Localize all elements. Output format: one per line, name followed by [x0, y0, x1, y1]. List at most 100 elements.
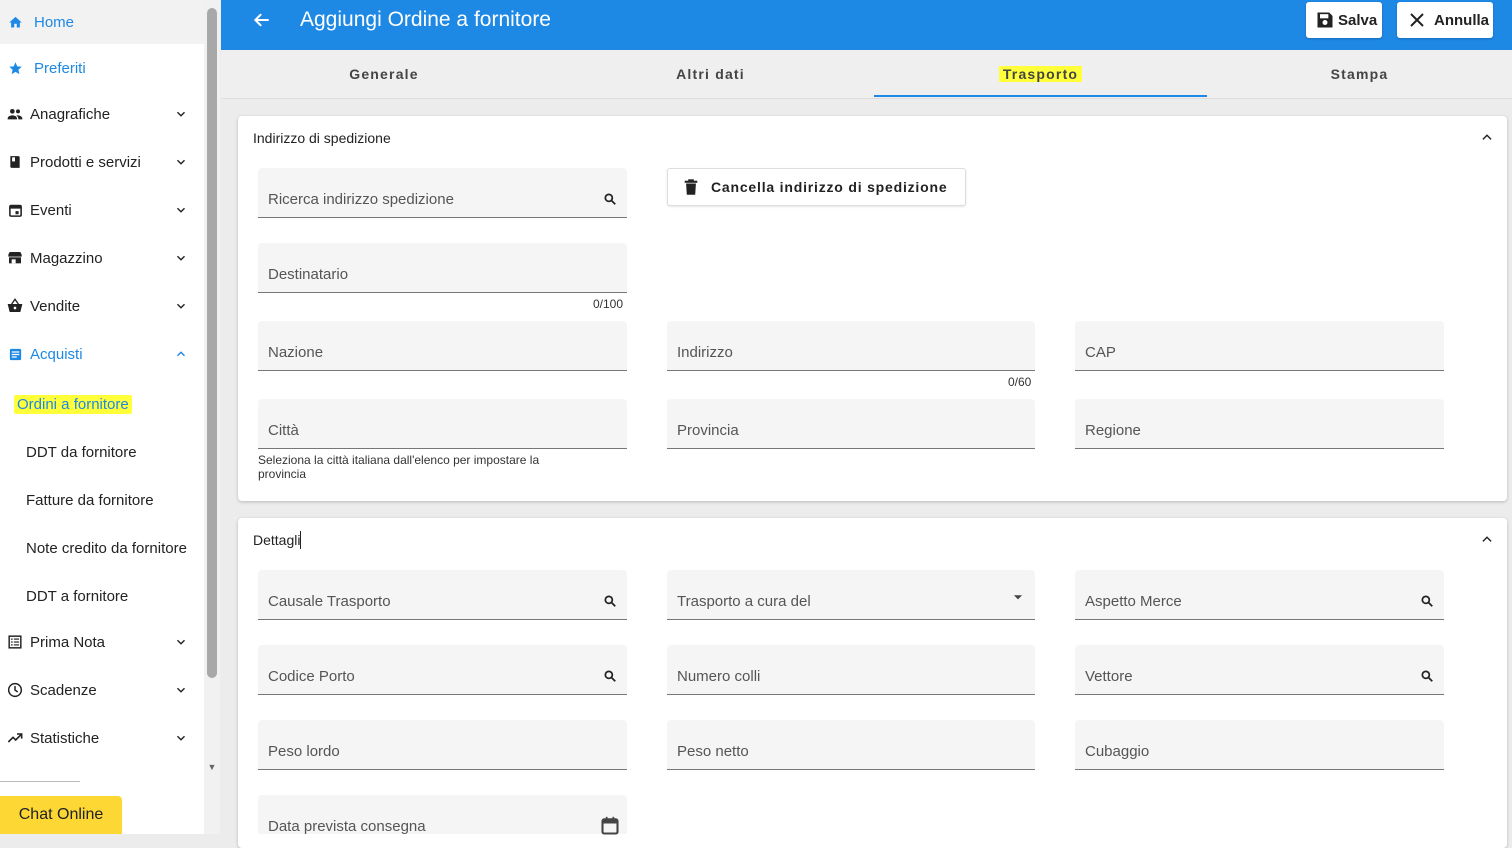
scroll-down-icon[interactable]: ▼	[206, 762, 218, 772]
arrow-back-icon[interactable]	[252, 10, 272, 30]
save-icon	[1317, 12, 1333, 28]
field-label: Numero colli	[677, 668, 761, 685]
chevron-down-icon	[177, 207, 185, 213]
sidebar-item-label: Preferiti	[34, 59, 86, 77]
sidebar-item-label: Prodotti e servizi	[30, 153, 141, 171]
sidebar-item-prima-nota[interactable]: Prima Nota	[0, 620, 204, 664]
tab-label: Generale	[349, 66, 419, 82]
trending-up-icon	[7, 730, 23, 746]
sidebar-subitem-ordini-fornitore[interactable]: Ordini a fornitore	[0, 382, 204, 426]
net-weight-field[interactable]: Peso netto	[667, 720, 1035, 770]
sidebar-subitem-ddt-da-fornitore[interactable]: DDT da fornitore	[0, 430, 204, 474]
clock-icon	[7, 682, 23, 698]
sidebar-item-prodotti[interactable]: Prodotti e servizi	[0, 140, 204, 184]
city-hint: Seleziona la città italiana dall'elenco …	[258, 453, 540, 481]
chevron-up-icon	[177, 351, 185, 357]
carrier-field[interactable]: Vettore	[1075, 645, 1444, 695]
field-label: Città	[268, 422, 299, 439]
tab-stampa[interactable]: Stampa	[1207, 50, 1512, 98]
field-label: Cubaggio	[1085, 743, 1150, 760]
chevron-down-icon	[177, 735, 185, 741]
dropdown-arrow-icon[interactable]	[1011, 590, 1025, 604]
sidebar-item-label: Anagrafiche	[30, 105, 111, 123]
chevron-up-icon[interactable]	[1480, 532, 1494, 546]
home-icon	[7, 14, 23, 30]
sidebar-item-home[interactable]: Home	[0, 0, 204, 44]
tab-altri-dati[interactable]: Altri dati	[547, 50, 874, 98]
sidebar-item-favorites[interactable]: Preferiti	[0, 46, 204, 90]
sidebar-item-label: DDT da fornitore	[26, 443, 137, 461]
tab-generale[interactable]: Generale	[221, 50, 547, 98]
chevron-up-icon[interactable]	[1480, 130, 1494, 144]
delete-shipping-label: Cancella indirizzo di spedizione	[711, 179, 948, 195]
shipping-search-field[interactable]: Ricerca indirizzo spedizione	[258, 168, 627, 218]
sidebar-item-magazzino[interactable]: Magazzino	[0, 236, 204, 280]
field-label: Provincia	[677, 422, 739, 439]
sidebar-divider	[0, 781, 80, 782]
address-char-counter: 0/60	[1008, 375, 1032, 389]
transport-reason-field[interactable]: Causale Trasporto	[258, 570, 627, 620]
search-icon[interactable]	[1420, 669, 1434, 683]
sidebar-item-label: Home	[34, 13, 75, 31]
nation-field[interactable]: Nazione	[258, 321, 627, 371]
save-button-label: Salva	[1338, 11, 1378, 29]
shipping-card-title: Indirizzo di spedizione	[253, 130, 391, 146]
chevron-down-icon	[177, 639, 185, 645]
sidebar-item-statistiche[interactable]: Statistiche	[0, 716, 204, 760]
field-label: Codice Porto	[268, 668, 355, 685]
sidebar-item-label: Fatture da fornitore	[26, 491, 154, 509]
gross-weight-field[interactable]: Peso lordo	[258, 720, 627, 770]
sidebar-item-scadenze[interactable]: Scadenze	[0, 668, 204, 712]
tab-label: Altri dati	[676, 66, 745, 82]
port-code-field[interactable]: Codice Porto	[258, 645, 627, 695]
save-button[interactable]: Salva	[1306, 2, 1382, 38]
sidebar-item-anagrafiche[interactable]: Anagrafiche	[0, 92, 204, 136]
scrollbar-thumb[interactable]	[207, 8, 217, 678]
sidebar-subitem-note-credito[interactable]: Note credito da fornitore	[0, 526, 204, 570]
field-label: Causale Trasporto	[268, 593, 391, 610]
sidebar-item-label: Prima Nota	[30, 633, 106, 651]
sidebar-item-acquisti[interactable]: Acquisti	[0, 332, 204, 376]
chat-online-button[interactable]: Chat Online	[0, 796, 122, 834]
chevron-down-icon	[177, 111, 185, 117]
search-icon[interactable]	[603, 669, 617, 683]
recipient-field[interactable]: Destinatario	[258, 243, 627, 293]
region-field[interactable]: Regione	[1075, 399, 1444, 449]
chevron-down-icon	[177, 687, 185, 693]
sidebar-item-label: Eventi	[30, 201, 72, 219]
transport-by-select[interactable]: Trasporto a cura del	[667, 570, 1035, 620]
sidebar-item-label: Acquisti	[30, 345, 83, 363]
city-field[interactable]: Città	[258, 399, 627, 449]
tab-trasporto[interactable]: Trasporto	[874, 50, 1207, 98]
sidebar-item-eventi[interactable]: Eventi	[0, 188, 204, 232]
province-field[interactable]: Provincia	[667, 399, 1035, 449]
star-icon	[7, 60, 23, 76]
volume-field[interactable]: Cubaggio	[1075, 720, 1444, 770]
recipient-char-counter: 0/100	[593, 297, 624, 311]
ledger-icon	[7, 634, 23, 650]
delete-shipping-address-button[interactable]: Cancella indirizzo di spedizione	[667, 168, 966, 206]
text-cursor	[300, 531, 301, 549]
cancel-button[interactable]: Annulla	[1397, 2, 1493, 38]
calendar-icon[interactable]	[600, 816, 620, 836]
sidebar-item-label: Magazzino	[30, 249, 103, 267]
sidebar-item-vendite[interactable]: Vendite	[0, 284, 204, 328]
chevron-down-icon	[177, 255, 185, 261]
address-field[interactable]: Indirizzo	[667, 321, 1035, 371]
cap-field[interactable]: CAP	[1075, 321, 1444, 371]
sidebar-item-label: DDT a fornitore	[26, 587, 129, 605]
packages-field[interactable]: Numero colli	[667, 645, 1035, 695]
chevron-down-icon	[177, 303, 185, 309]
field-label: Ricerca indirizzo spedizione	[268, 191, 454, 208]
goods-appearance-field[interactable]: Aspetto Merce	[1075, 570, 1444, 620]
search-icon[interactable]	[603, 594, 617, 608]
field-label: Peso lordo	[268, 743, 340, 760]
sidebar-subitem-fatture-fornitore[interactable]: Fatture da fornitore	[0, 478, 204, 522]
search-icon[interactable]	[1420, 594, 1434, 608]
search-icon[interactable]	[603, 192, 617, 206]
delivery-date-field[interactable]: Data prevista consegna	[258, 795, 627, 836]
field-label: Nazione	[268, 344, 324, 361]
sidebar-subitem-ddt-a-fornitore[interactable]: DDT a fornitore	[0, 574, 204, 618]
field-label: Vettore	[1085, 668, 1133, 685]
field-label: Trasporto a cura del	[677, 593, 811, 610]
